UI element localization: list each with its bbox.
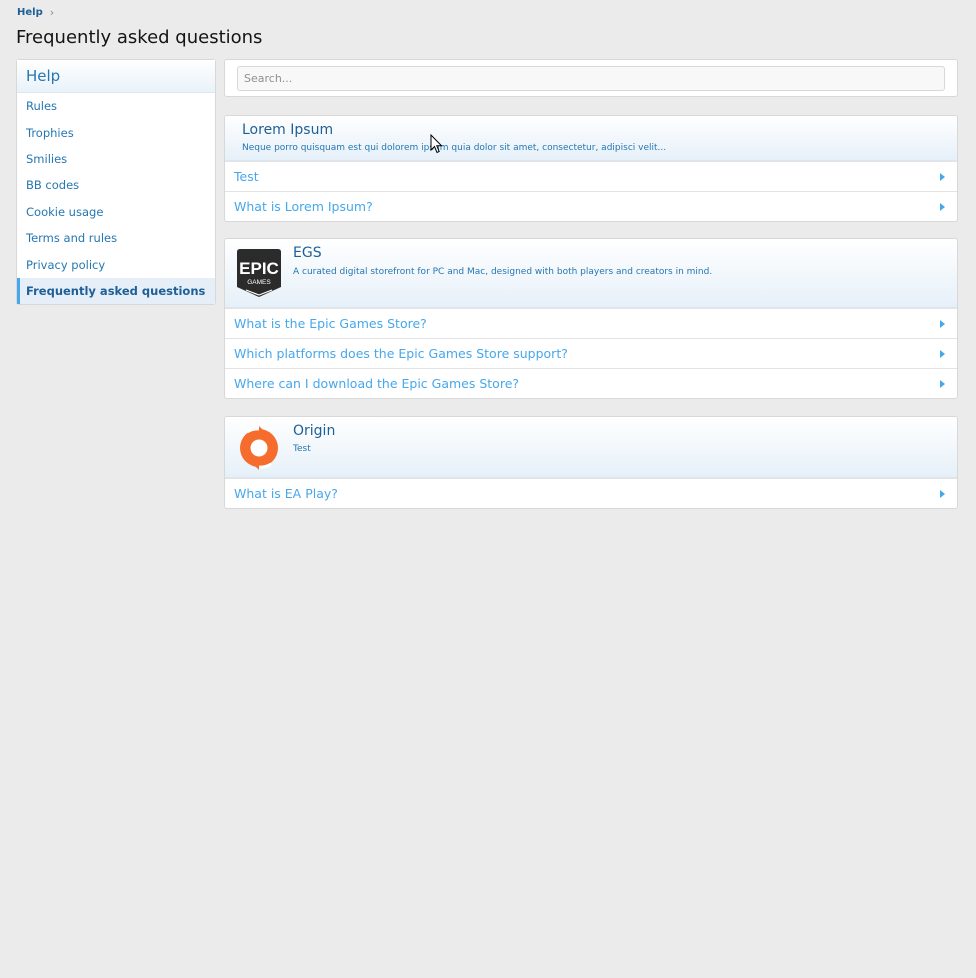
chevron-right-icon xyxy=(940,172,945,181)
sidebar-item-rules[interactable]: Rules xyxy=(17,93,215,119)
question-label: Where can I download the Epic Games Stor… xyxy=(234,376,520,391)
chevron-right-icon xyxy=(940,202,945,211)
category-title[interactable]: Lorem Ipsum xyxy=(242,122,333,138)
question-label: Test xyxy=(234,169,259,184)
breadcrumb-separator-icon: › xyxy=(49,6,55,19)
question-label: Which platforms does the Epic Games Stor… xyxy=(234,346,568,361)
page-title: Frequently asked questions xyxy=(16,27,263,48)
question-label: What is EA Play? xyxy=(234,486,338,501)
faq-question[interactable]: What is EA Play? xyxy=(225,478,957,508)
category-description: Test xyxy=(293,444,311,454)
sidebar-item-faq[interactable]: Frequently asked questions xyxy=(17,277,215,305)
question-label: What is Lorem Ipsum? xyxy=(234,199,373,214)
faq-question[interactable]: What is Lorem Ipsum? xyxy=(225,191,957,221)
category-header: EPIC GAMES EGS A curated digital storefr… xyxy=(225,239,957,308)
chevron-right-icon xyxy=(940,379,945,388)
category-description: A curated digital storefront for PC and … xyxy=(293,267,713,277)
origin-logo-icon xyxy=(240,426,278,470)
epic-logo-text-top: EPIC xyxy=(239,259,279,278)
faq-question[interactable]: Test xyxy=(225,161,957,191)
faq-category-egs: EPIC GAMES EGS A curated digital storefr… xyxy=(224,238,958,399)
faq-category-lorem-ipsum: Lorem Ipsum Neque porro quisquam est qui… xyxy=(224,115,958,222)
sidebar-item-cookie-usage[interactable]: Cookie usage xyxy=(17,199,215,225)
breadcrumb: Help › xyxy=(17,6,54,19)
faq-question[interactable]: Which platforms does the Epic Games Stor… xyxy=(225,338,957,368)
sidebar-item-smilies[interactable]: Smilies xyxy=(17,146,215,172)
sidebar-item-terms-and-rules[interactable]: Terms and rules xyxy=(17,225,215,251)
chevron-right-icon xyxy=(940,319,945,328)
breadcrumb-help-link[interactable]: Help xyxy=(17,7,43,18)
search-input[interactable] xyxy=(237,66,945,91)
category-description: Neque porro quisquam est qui dolorem ips… xyxy=(242,143,667,153)
help-sidebar: Help Rules Trophies Smilies BB codes Coo… xyxy=(16,59,216,306)
sidebar-item-privacy-policy[interactable]: Privacy policy xyxy=(17,251,215,277)
category-header: Lorem Ipsum Neque porro quisquam est qui… xyxy=(225,116,957,161)
epic-games-logo-icon: EPIC GAMES xyxy=(237,249,281,297)
category-title[interactable]: EGS xyxy=(293,245,322,261)
category-header: Origin Test xyxy=(225,417,957,478)
faq-question[interactable]: What is the Epic Games Store? xyxy=(225,308,957,338)
epic-logo-text-bottom: GAMES xyxy=(247,279,271,286)
mouse-cursor-icon xyxy=(430,134,443,154)
sidebar-item-bb-codes[interactable]: BB codes xyxy=(17,172,215,198)
faq-category-origin: Origin Test What is EA Play? xyxy=(224,416,958,509)
chevron-right-icon xyxy=(940,349,945,358)
question-label: What is the Epic Games Store? xyxy=(234,316,427,331)
search-container xyxy=(224,59,958,97)
category-title[interactable]: Origin xyxy=(293,423,335,439)
chevron-right-icon xyxy=(940,489,945,498)
faq-question[interactable]: Where can I download the Epic Games Stor… xyxy=(225,368,957,398)
sidebar-title: Help xyxy=(17,60,215,93)
sidebar-item-trophies[interactable]: Trophies xyxy=(17,119,215,145)
